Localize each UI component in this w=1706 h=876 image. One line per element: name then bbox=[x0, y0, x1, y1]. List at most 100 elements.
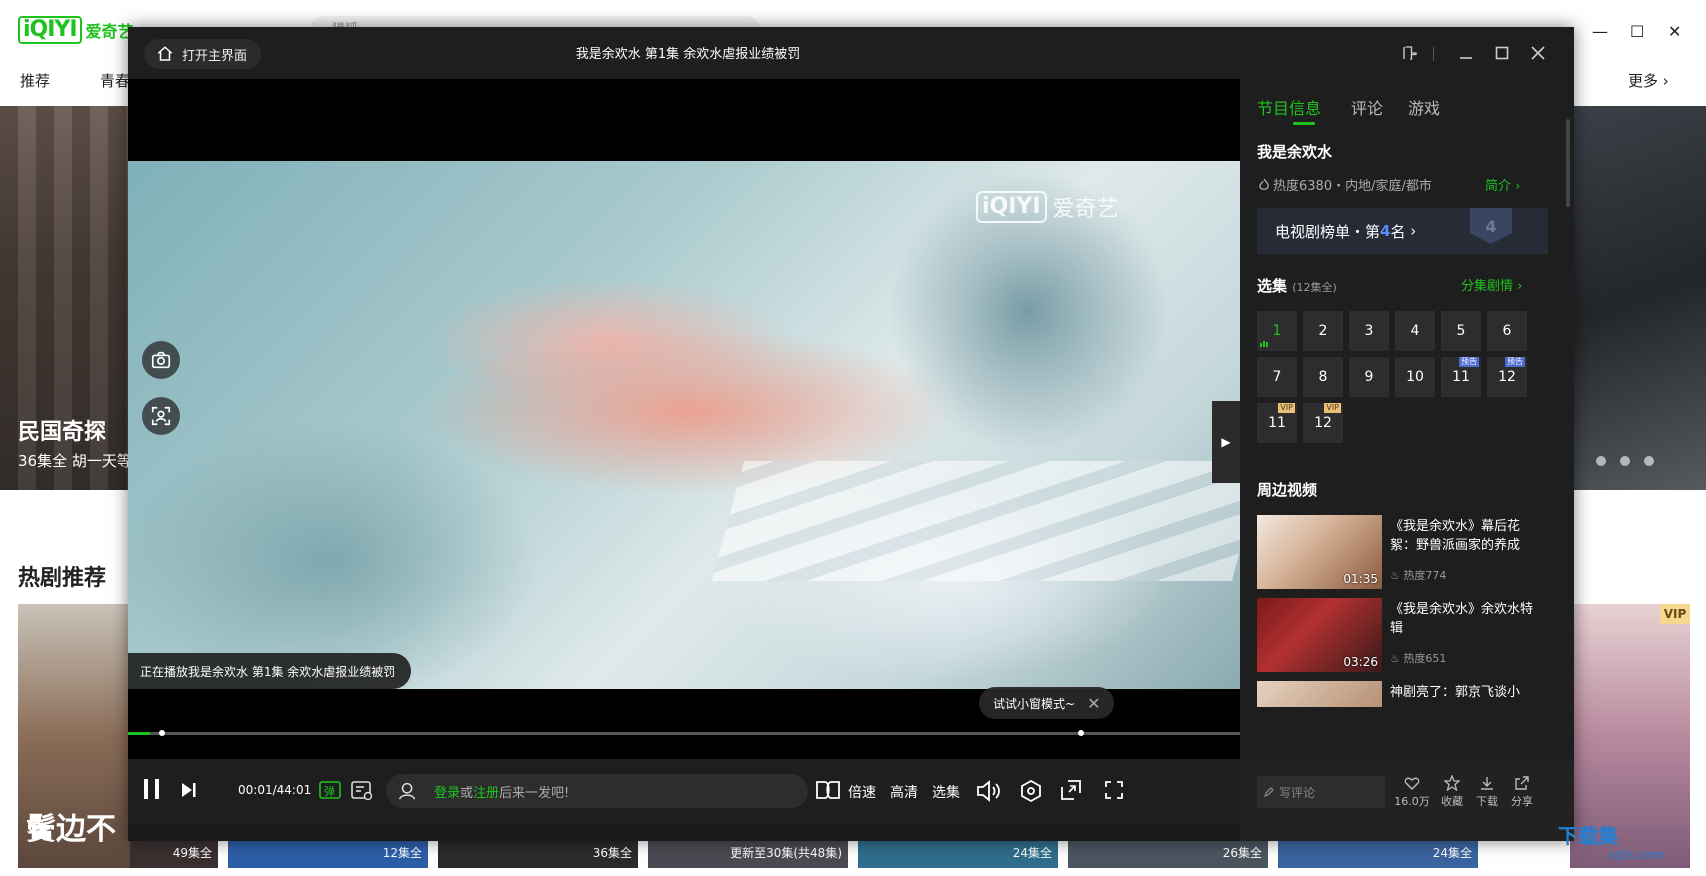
related-thumbnail[interactable]: 01:35 bbox=[1257, 515, 1382, 589]
pause-button[interactable] bbox=[142, 777, 162, 801]
nav-item-youth[interactable]: 青春 bbox=[100, 70, 130, 91]
episode-plot-link[interactable]: 分集剧情 › bbox=[1461, 275, 1522, 294]
banner-title[interactable]: 民国奇探 bbox=[18, 414, 106, 446]
rank-prefix: 电视剧榜单・第 bbox=[1275, 222, 1381, 241]
show-meta: 热度6380・内地/家庭/都市 bbox=[1257, 175, 1432, 194]
dolby-button[interactable] bbox=[816, 781, 840, 799]
section-title: 热剧推荐 bbox=[18, 566, 107, 591]
volume-button[interactable] bbox=[976, 779, 1002, 803]
fullscreen-button[interactable] bbox=[1104, 780, 1124, 800]
or-text: 或 bbox=[460, 785, 474, 801]
face-scan-icon bbox=[151, 406, 171, 426]
iqiyi-logo[interactable]: iQIYI 爱奇艺 bbox=[18, 16, 134, 44]
episode-12-preview[interactable]: 12 预告 bbox=[1487, 357, 1527, 397]
episode-12-vip[interactable]: 12 VIP bbox=[1303, 403, 1343, 443]
video-frame[interactable]: iQIYI 爱奇艺 bbox=[128, 161, 1240, 689]
video-duration: 01:35 bbox=[1343, 572, 1378, 586]
favorite-button[interactable]: 收藏 bbox=[1434, 775, 1470, 809]
download-icon bbox=[1481, 777, 1493, 790]
tab-games[interactable]: 游戏 bbox=[1408, 95, 1440, 119]
pin-icon[interactable] bbox=[1398, 41, 1422, 65]
danmaku-toggle[interactable]: 弹 bbox=[318, 779, 342, 803]
episode-11-preview[interactable]: 11 预告 bbox=[1441, 357, 1481, 397]
register-link[interactable]: 注册 bbox=[473, 782, 499, 801]
site-watermark-url: xzjis.com bbox=[1608, 848, 1664, 862]
episode-label: 8 bbox=[1318, 369, 1328, 385]
playing-bars-icon bbox=[1260, 341, 1268, 347]
watermark-text: 爱奇艺 bbox=[1052, 197, 1119, 222]
progress-marker[interactable] bbox=[159, 730, 165, 736]
nav-more[interactable]: 更多 › bbox=[1628, 70, 1669, 91]
card-count: 24集全 bbox=[1432, 845, 1472, 860]
related-thumbnail[interactable] bbox=[1257, 681, 1382, 707]
progress-marker[interactable] bbox=[1078, 730, 1084, 736]
mini-mode-tip[interactable]: 试试小窗模式~ ✕ bbox=[979, 687, 1115, 719]
favorite-label: 收藏 bbox=[1441, 795, 1463, 808]
speed-button[interactable]: 倍速 bbox=[848, 782, 876, 802]
related-thumbnail[interactable]: 03:26 bbox=[1257, 598, 1382, 672]
danmaku-settings-icon bbox=[351, 781, 373, 801]
nav-item-recommend[interactable]: 推荐 bbox=[20, 70, 50, 91]
tab-comments[interactable]: 评论 bbox=[1351, 95, 1383, 119]
danmaku-placeholder: 后来一发吧! bbox=[499, 785, 570, 801]
episode-5[interactable]: 5 bbox=[1441, 311, 1481, 351]
quality-button[interactable]: 高清 bbox=[890, 782, 918, 802]
related-title[interactable]: 《我是余欢水》幕后花絮：野兽派画家的养成 bbox=[1390, 517, 1540, 555]
related-video[interactable]: 神剧亮了：郭京飞谈小 bbox=[1257, 681, 1547, 707]
episodes-button[interactable]: 选集 bbox=[932, 782, 960, 802]
like-button[interactable]: 16.0万 bbox=[1394, 775, 1430, 809]
panel-scrollbar[interactable] bbox=[1566, 119, 1570, 207]
episode-10[interactable]: 10 bbox=[1395, 357, 1435, 397]
tab-program-info[interactable]: 节目信息 bbox=[1257, 95, 1321, 119]
episode-1[interactable]: 1 bbox=[1257, 311, 1297, 351]
banner-image-right[interactable] bbox=[1570, 106, 1706, 490]
share-button[interactable]: 分享 bbox=[1504, 775, 1540, 809]
video-area[interactable]: iQIYI 爱奇艺 ▶ 正在播放我是余欢水 第1集 余欢水虐报业绩被罚 试试小窗… bbox=[128, 79, 1240, 823]
screenshot-button[interactable] bbox=[142, 341, 180, 379]
next-button[interactable] bbox=[180, 781, 198, 799]
episode-2[interactable]: 2 bbox=[1303, 311, 1343, 351]
episode-9[interactable]: 9 bbox=[1349, 357, 1389, 397]
share-label: 分享 bbox=[1511, 795, 1533, 808]
camera-icon bbox=[151, 351, 171, 369]
fullscreen-icon bbox=[1105, 781, 1123, 799]
episode-7[interactable]: 7 bbox=[1257, 357, 1297, 397]
close-icon[interactable] bbox=[1526, 41, 1550, 65]
comment-input[interactable]: 写评论 bbox=[1257, 776, 1385, 808]
maximize-icon[interactable] bbox=[1490, 41, 1514, 65]
star-icon bbox=[1444, 775, 1460, 791]
episode-3[interactable]: 3 bbox=[1349, 311, 1389, 351]
episode-6[interactable]: 6 bbox=[1487, 311, 1527, 351]
login-link[interactable]: 登录 bbox=[434, 782, 460, 801]
vip-badge: VIP bbox=[1278, 403, 1295, 413]
comment-placeholder: 写评论 bbox=[1279, 785, 1316, 800]
banner-pager[interactable] bbox=[1596, 456, 1654, 466]
mini-window-button[interactable] bbox=[1060, 779, 1082, 801]
main-minimize-icon[interactable]: — bbox=[1592, 22, 1608, 41]
related-video[interactable]: 03:26 《我是余欢水》余欢水特辑 ♨ 热度651 bbox=[1257, 598, 1547, 672]
episode-8[interactable]: 8 bbox=[1303, 357, 1343, 397]
episode-11-vip[interactable]: 11 VIP bbox=[1257, 403, 1297, 443]
danmaku-settings[interactable] bbox=[350, 779, 374, 803]
drama-card[interactable]: 鬢边不 bbox=[18, 604, 130, 868]
related-video[interactable]: 01:35 《我是余欢水》幕后花絮：野兽派画家的养成 ♨ 热度774 bbox=[1257, 515, 1547, 589]
episode-4[interactable]: 4 bbox=[1395, 311, 1435, 351]
panel-toggle-button[interactable]: ▶ bbox=[1212, 401, 1240, 483]
danmaku-input[interactable]: 登录 或 注册 后来一发吧! bbox=[386, 774, 808, 808]
settings-button[interactable] bbox=[1020, 779, 1042, 803]
vip-badge: VIP bbox=[1324, 403, 1341, 413]
download-button[interactable]: 下载 bbox=[1469, 775, 1505, 809]
close-tip-icon[interactable]: ✕ bbox=[1087, 694, 1100, 713]
face-scan-button[interactable] bbox=[142, 397, 180, 435]
player-titlebar[interactable]: 打开主界面 我是余欢水 第1集 余欢水虐报业绩被罚 bbox=[128, 27, 1574, 79]
intro-link[interactable]: 简介 › bbox=[1485, 175, 1520, 194]
progress-bar[interactable] bbox=[128, 732, 1240, 735]
main-close-icon[interactable]: ✕ bbox=[1668, 22, 1681, 41]
minimize-icon[interactable] bbox=[1454, 41, 1478, 65]
related-heat: ♨ 热度774 bbox=[1390, 567, 1446, 583]
main-maximize-icon[interactable]: ☐ bbox=[1630, 22, 1644, 41]
related-title[interactable]: 神剧亮了：郭京飞谈小 bbox=[1390, 683, 1540, 702]
iqiyi-watermark: iQIYI 爱奇艺 bbox=[976, 191, 1119, 223]
related-title[interactable]: 《我是余欢水》余欢水特辑 bbox=[1390, 600, 1540, 638]
mini-window-icon bbox=[1061, 780, 1081, 800]
